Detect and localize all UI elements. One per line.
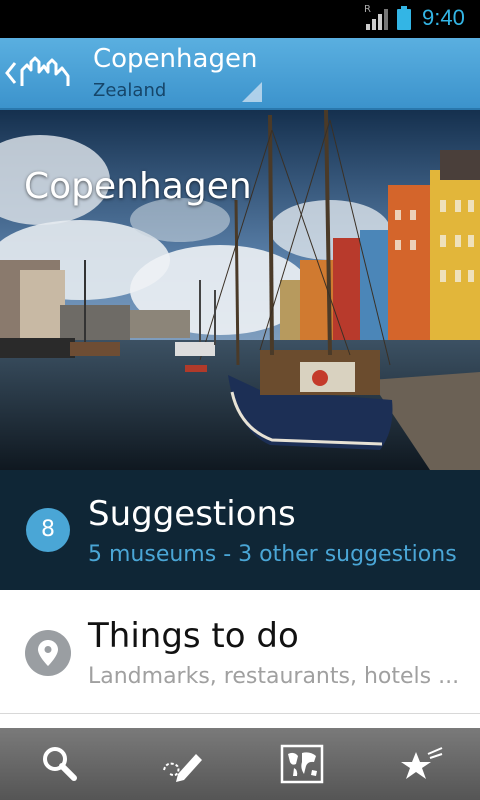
nyhavn-harbour-photo — [0, 110, 480, 470]
tab-favorites[interactable] — [360, 728, 480, 800]
list-item-suggestions[interactable]: 8 Suggestions 5 museums - 3 other sugges… — [0, 470, 480, 590]
tab-map[interactable] — [240, 728, 360, 800]
bottom-tab-bar — [0, 728, 480, 800]
status-bar: R 9:40 — [0, 0, 480, 38]
list-item-next — [0, 714, 480, 728]
hero-image[interactable]: Copenhagen — [0, 110, 480, 470]
dropdown-triangle-icon[interactable] — [242, 82, 262, 102]
list-item-things-to-do[interactable]: Things to do Landmarks, restaurants, hot… — [0, 590, 480, 714]
suggestions-title: Suggestions — [88, 494, 296, 534]
starred-icon — [401, 747, 443, 779]
city-skyline-logo[interactable] — [20, 56, 70, 90]
tab-search[interactable] — [0, 728, 120, 800]
tab-journal[interactable] — [120, 728, 240, 800]
hero-title: Copenhagen — [24, 166, 252, 207]
world-map-icon — [280, 744, 324, 784]
things-to-do-subtitle: Landmarks, restaurants, hotels ... — [88, 664, 460, 689]
map-pin-icon — [25, 630, 71, 676]
status-time: 9:40 — [422, 5, 465, 30]
action-bar: Copenhagen Zealand — [0, 38, 480, 110]
suggestions-subtitle: 5 museums - 3 other suggestions — [88, 542, 457, 567]
journal-pencil-icon — [163, 754, 202, 782]
suggestions-count-badge: 8 — [26, 508, 70, 552]
battery-icon — [397, 6, 411, 30]
search-icon — [43, 747, 77, 781]
app-title[interactable]: Copenhagen — [93, 44, 257, 74]
app-subtitle[interactable]: Zealand — [93, 80, 166, 101]
back-chevron-icon[interactable] — [4, 60, 18, 86]
signal-icon — [366, 9, 388, 30]
things-to-do-title: Things to do — [88, 616, 299, 656]
